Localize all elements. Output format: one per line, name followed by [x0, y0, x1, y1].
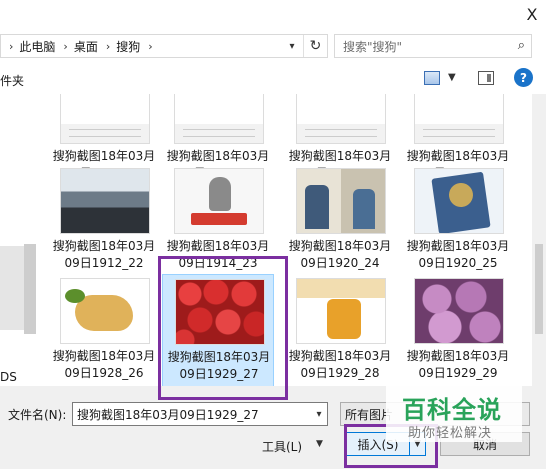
- file-item[interactable]: 搜狗截图18年03月09日1929_29: [402, 274, 514, 386]
- file-thumbnail: [60, 168, 150, 234]
- chevron-down-icon[interactable]: ▼: [448, 72, 456, 83]
- tools-dropdown-icon[interactable]: ▼: [316, 439, 323, 449]
- preview-pane-icon[interactable]: [478, 71, 494, 85]
- watermark-title: 百科全说: [402, 396, 502, 424]
- file-name: 搜狗截图18年03月09日1929_27: [167, 350, 271, 381]
- breadcrumb-item-desktop[interactable]: 桌面: [74, 38, 98, 55]
- file-item[interactable]: 搜狗截图18年03月09日1912_22: [48, 164, 160, 278]
- file-thumbnail: [175, 279, 265, 345]
- file-thumbnail: [414, 168, 504, 234]
- file-name: 搜狗截图18年03月09日1920_25: [406, 239, 510, 270]
- tools-button[interactable]: 工具(L): [262, 438, 302, 455]
- view-mode-icon[interactable]: [424, 71, 440, 85]
- breadcrumb-item-this-pc[interactable]: 此电脑: [19, 38, 55, 55]
- file-name: 搜狗截图18年03月09日1912_22: [52, 239, 156, 270]
- vertical-scrollbar[interactable]: [532, 94, 546, 386]
- chevron-down-icon[interactable]: ▾: [310, 402, 328, 426]
- file-item[interactable]: 搜狗截图18年03月09日1920_24: [284, 164, 396, 278]
- watermark: 百科全说 助你轻松解决: [386, 386, 522, 442]
- filename-field[interactable]: 搜狗截图18年03月09日1929_27: [72, 402, 328, 426]
- chevron-down-icon[interactable]: ▾: [283, 35, 301, 57]
- nav-item-label[interactable]: DS: [0, 370, 17, 384]
- nav-selected-item[interactable]: [0, 246, 24, 330]
- file-name: 搜狗截图18年03月09日1929_29: [406, 349, 510, 380]
- navigation-pane: DS: [0, 94, 36, 386]
- file-item[interactable]: 搜狗截图18年03月09日1928_26: [48, 274, 160, 386]
- address-bar[interactable]: › 此电脑 › 桌面 › 搜狗 › ▾ ↻: [0, 34, 328, 58]
- file-thumbnail: [296, 168, 386, 234]
- file-thumbnail: [174, 94, 264, 144]
- help-icon[interactable]: ?: [514, 68, 533, 87]
- refresh-icon[interactable]: ↻: [303, 35, 327, 57]
- chevron-right-icon: ›: [63, 39, 68, 53]
- close-icon[interactable]: X: [518, 0, 546, 28]
- chevron-right-icon: ›: [105, 39, 111, 53]
- filename-label: 文件名(N):: [8, 408, 67, 422]
- new-folder-button[interactable]: 件夹: [0, 72, 24, 89]
- file-thumbnail: [174, 168, 264, 234]
- file-thumbnail: [296, 94, 386, 144]
- file-item[interactable]: 搜狗截图18年03月09日1929_27: [162, 274, 274, 386]
- file-name: 搜狗截图18年03月09日1920_24: [288, 239, 392, 270]
- scrollbar-thumb[interactable]: [535, 244, 543, 334]
- chevron-right-icon: ›: [148, 39, 153, 53]
- toolbar: 件夹 ▼ ?: [0, 64, 546, 94]
- file-item[interactable]: 搜狗截图18年03月09日1929_28: [284, 274, 396, 386]
- watermark-subtitle: 助你轻松解决: [408, 426, 493, 441]
- file-item[interactable]: 搜狗截图18年03月09日1920_25: [402, 164, 514, 278]
- search-input[interactable]: 搜索"搜狗" ⌕: [334, 34, 532, 58]
- file-list: 搜狗截图18年03月09日1901_18搜狗截图18年03月09日1902_19…: [36, 94, 532, 386]
- search-icon[interactable]: ⌕: [518, 38, 525, 53]
- breadcrumb-item-sogou[interactable]: 搜狗: [116, 38, 140, 55]
- file-thumbnail: [60, 94, 150, 144]
- file-thumbnail: [414, 278, 504, 344]
- search-placeholder: 搜索"搜狗": [343, 39, 403, 54]
- file-thumbnail: [60, 278, 150, 344]
- file-name: 搜狗截图18年03月09日1914_23: [166, 239, 270, 270]
- file-thumbnail: [296, 278, 386, 344]
- file-item[interactable]: 搜狗截图18年03月09日1914_23: [162, 164, 274, 278]
- file-name: 搜狗截图18年03月09日1928_26: [52, 349, 156, 380]
- file-name: 搜狗截图18年03月09日1929_28: [288, 349, 392, 380]
- file-thumbnail: [414, 94, 504, 144]
- chevron-right-icon: ›: [9, 39, 14, 53]
- nav-scrollbar[interactable]: [24, 244, 36, 334]
